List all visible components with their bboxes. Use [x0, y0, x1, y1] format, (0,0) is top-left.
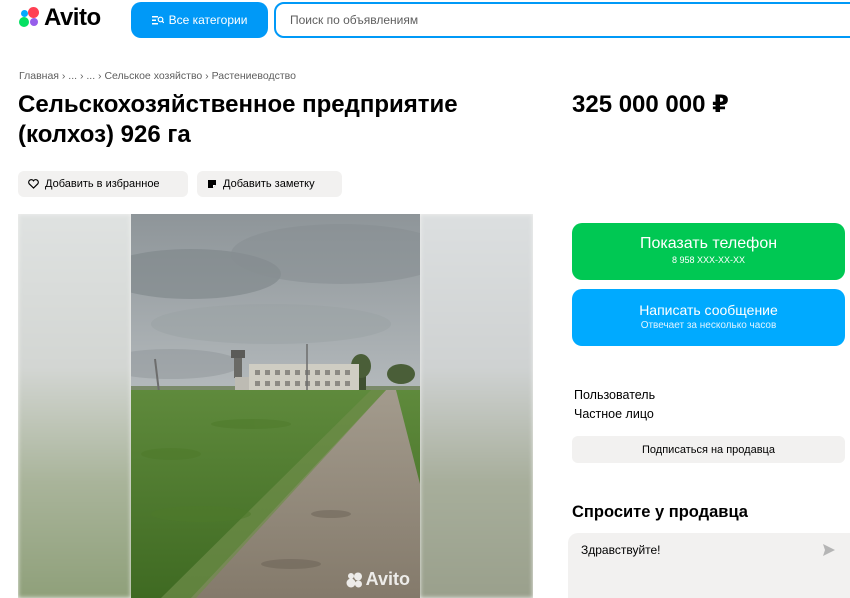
heart-icon	[28, 179, 39, 189]
header: Avito Все категории Поиск по объявлениям	[0, 0, 850, 44]
seller-name[interactable]: Пользователь	[574, 388, 655, 402]
show-phone-label: Показать телефон	[639, 235, 778, 252]
breadcrumb[interactable]: Главная › ... › ... › Сельское хозяйство…	[19, 70, 296, 82]
ask-seller-message: Здравствуйте!	[581, 543, 661, 557]
show-phone-button[interactable]: Показать телефон 8 958 XXX-XX-XX	[572, 223, 845, 280]
add-to-favorites-button[interactable]: Добавить в избранное	[18, 171, 188, 197]
write-message-button[interactable]: Написать сообщение Отвечает за несколько…	[572, 289, 845, 346]
add-note-label: Добавить заметку	[223, 178, 315, 190]
subscribe-seller-button[interactable]: Подписаться на продавца	[572, 436, 845, 463]
avito-logo-icon	[18, 6, 42, 30]
avito-watermark: Avito	[346, 569, 410, 590]
seller-type: Частное лицо	[574, 407, 654, 421]
listing-title: Сельскохозяйственное предприятие (колхоз…	[18, 91, 458, 148]
note-icon	[208, 180, 216, 188]
phone-masked: 8 958 XXX-XX-XX	[671, 255, 746, 265]
subscribe-seller-label: Подписаться на продавца	[642, 443, 775, 456]
write-message-label: Написать сообщение	[639, 302, 778, 318]
logo-text: Avito	[44, 4, 101, 31]
farm-photo	[131, 214, 420, 598]
watermark-text: Avito	[365, 569, 410, 589]
search-placeholder: Поиск по объявлениям	[290, 13, 419, 27]
search-input[interactable]: Поиск по объявлениям	[274, 2, 850, 38]
add-to-favorites-label: Добавить в избранное	[45, 178, 160, 190]
listing-price: 325 000 000 ₽	[572, 91, 729, 118]
all-categories-label: Все категории	[168, 13, 248, 27]
ask-seller-input[interactable]: Здравствуйте!	[568, 533, 850, 598]
gallery-left-blur	[18, 214, 131, 598]
send-icon[interactable]	[822, 543, 836, 557]
categories-icon	[151, 16, 164, 25]
add-note-button[interactable]: Добавить заметку	[197, 171, 342, 197]
avito-watermark-icon	[346, 572, 362, 587]
response-time: Отвечает за несколько часов	[640, 320, 777, 331]
avito-logo[interactable]: Avito	[18, 4, 101, 32]
all-categories-button[interactable]: Все категории	[131, 2, 268, 38]
gallery-right-blur	[420, 214, 533, 598]
photo-gallery[interactable]: Avito	[18, 214, 533, 598]
ask-seller-heading: Спросите у продавца	[572, 503, 748, 521]
listing-photo[interactable]: Avito	[131, 214, 420, 598]
